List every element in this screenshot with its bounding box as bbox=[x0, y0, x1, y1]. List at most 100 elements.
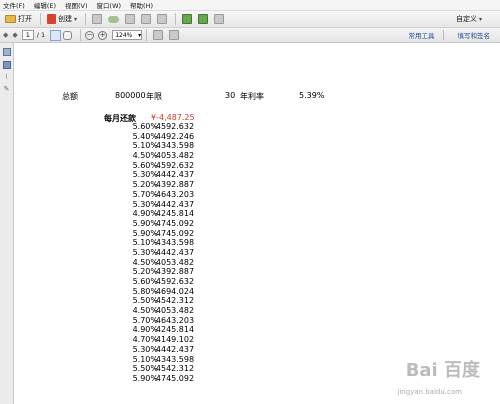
summary-row: 总额 800000 年限 30 年利率 5.39% bbox=[15, 91, 500, 103]
payment-cell: -4745.092 bbox=[153, 373, 195, 383]
menu-view[interactable]: 视图(V) bbox=[65, 0, 88, 10]
tool-button-3[interactable] bbox=[212, 13, 226, 26]
open-button[interactable]: 打开 bbox=[3, 13, 34, 26]
cloud-button[interactable] bbox=[106, 13, 121, 26]
table-row: 5.10% -4343.598 bbox=[15, 141, 500, 151]
chevron-down-icon: ▾ bbox=[74, 15, 78, 23]
cloud-icon bbox=[108, 15, 120, 23]
zoom-value: 124% bbox=[115, 32, 133, 39]
table-row: 5.50% -4542.312 bbox=[15, 296, 500, 306]
next-page-icon[interactable]: ◆ bbox=[12, 31, 17, 39]
tools-link[interactable]: 常用工具 bbox=[409, 30, 435, 40]
table-row: 4.50% -4053.482 bbox=[15, 151, 500, 161]
attachment-icon[interactable]: ⌇ bbox=[0, 73, 13, 81]
edit-icon bbox=[141, 14, 152, 24]
payment-cell: -4053.482 bbox=[153, 151, 195, 161]
print-icon bbox=[125, 14, 136, 24]
fit-page-icon bbox=[153, 30, 164, 40]
zoom-in-icon[interactable]: + bbox=[98, 30, 108, 40]
zoom-out-icon[interactable]: − bbox=[85, 30, 95, 40]
create-button[interactable]: 创建 ▾ bbox=[45, 13, 79, 26]
payment-cell: -4053.482 bbox=[153, 257, 195, 267]
payment-cell: -4694.024 bbox=[153, 286, 195, 296]
page-thumbnails-icon[interactable] bbox=[2, 48, 11, 56]
table-row: 4.50% -4053.482 bbox=[15, 306, 500, 316]
tool-button-1[interactable] bbox=[180, 13, 194, 26]
select-tool-icon[interactable] bbox=[50, 29, 62, 41]
table-row: 5.20% -4392.887 bbox=[15, 180, 500, 190]
navigation-toolbar: ◆ ◆ 1 / 1 − + 124% ▾ 常用工具 填写和签名 bbox=[0, 28, 500, 43]
payment-cell: -4542.312 bbox=[153, 364, 195, 374]
table-row: 5.30% -4442.437 bbox=[15, 200, 500, 210]
hand-icon bbox=[63, 30, 73, 40]
table-row: 5.90% -4745.092 bbox=[15, 219, 500, 229]
tool-button-2[interactable] bbox=[196, 13, 210, 26]
signature-icon[interactable]: ✎ bbox=[0, 85, 13, 93]
page-number-input[interactable]: 1 bbox=[21, 30, 34, 40]
table-row: 4.50% -4053.482 bbox=[15, 258, 500, 268]
payment-cell: -4745.092 bbox=[153, 218, 195, 228]
payment-cell: -4343.598 bbox=[153, 141, 195, 151]
prev-page-icon[interactable]: ◆ bbox=[3, 31, 8, 39]
table-row: 4.90% -4245.814 bbox=[15, 209, 500, 219]
hand-tool-button[interactable] bbox=[61, 29, 74, 42]
fit-width-button[interactable] bbox=[167, 29, 181, 42]
sync-icon bbox=[198, 14, 209, 24]
payment-cell: -4442.437 bbox=[153, 170, 195, 180]
zoom-select[interactable]: 124% ▾ bbox=[112, 30, 143, 40]
payment-cell: -4343.598 bbox=[153, 238, 195, 248]
create-pdf-icon bbox=[47, 14, 56, 24]
toolbar-divider bbox=[80, 29, 82, 41]
save-icon bbox=[92, 14, 103, 24]
payment-cell: -4592.632 bbox=[153, 122, 195, 131]
edit-button[interactable] bbox=[139, 13, 153, 26]
first-payment-value: ¥-4,487.25 bbox=[151, 113, 195, 122]
payment-cell: -4643.203 bbox=[153, 189, 195, 199]
payment-cell: -4442.437 bbox=[153, 199, 195, 209]
upload-icon bbox=[182, 14, 193, 24]
table-row: 5.60% -4592.632 bbox=[15, 122, 500, 132]
table-row: 5.20% -4392.887 bbox=[15, 267, 500, 277]
menu-window[interactable]: 窗口(W) bbox=[97, 0, 122, 10]
comment-icon bbox=[214, 14, 225, 24]
link-divider bbox=[442, 30, 444, 40]
fit-page-button[interactable] bbox=[151, 29, 165, 42]
table-row: 5.70% -4643.203 bbox=[15, 190, 500, 200]
payment-cell: -4592.632 bbox=[153, 160, 195, 170]
bookmarks-icon[interactable] bbox=[2, 61, 11, 69]
payment-cell: -4245.814 bbox=[153, 209, 195, 219]
payment-cell: -4643.203 bbox=[153, 315, 195, 325]
toolbar-divider bbox=[85, 13, 87, 25]
save-button[interactable] bbox=[90, 13, 104, 26]
toolbar-divider bbox=[146, 29, 148, 41]
table-row: 5.80% -4694.024 bbox=[15, 287, 500, 297]
years-label: 年限 bbox=[146, 92, 162, 101]
payment-cell: -4442.437 bbox=[153, 247, 195, 257]
menu-help[interactable]: 帮助(H) bbox=[130, 0, 153, 10]
menu-edit[interactable]: 编辑(E) bbox=[34, 0, 56, 10]
table-row: 5.30% -4442.437 bbox=[15, 170, 500, 180]
table-row: 5.70% -4643.203 bbox=[15, 316, 500, 326]
email-button[interactable] bbox=[155, 13, 169, 26]
payment-cell: -4343.598 bbox=[153, 354, 195, 364]
rate-value: 5.39% bbox=[299, 91, 325, 100]
total-value: 800000 bbox=[115, 91, 146, 100]
table-row: 5.10% -4343.598 bbox=[15, 238, 500, 248]
folder-icon bbox=[5, 15, 16, 23]
payment-cell: -4392.887 bbox=[153, 180, 195, 190]
toolbar-divider bbox=[175, 13, 177, 25]
fit-width-icon bbox=[169, 30, 180, 40]
fill-sign-link[interactable]: 填写和签名 bbox=[458, 30, 491, 40]
print-button[interactable] bbox=[123, 13, 137, 26]
toolbar-divider bbox=[40, 13, 41, 25]
baidu-watermark: Bai 百度 bbox=[406, 356, 480, 382]
table-row: 5.90% -4745.092 bbox=[15, 229, 500, 239]
create-label: 创建 bbox=[58, 15, 72, 23]
payment-cell: -4442.437 bbox=[153, 344, 195, 354]
total-label: 总额 bbox=[62, 92, 78, 101]
table-row: 5.30% -4442.437 bbox=[15, 345, 500, 355]
page-total: / 1 bbox=[36, 31, 46, 39]
chevron-down-icon: ▾ bbox=[478, 15, 482, 23]
customize-dropdown[interactable]: 自定义 ▾ bbox=[456, 14, 482, 24]
menu-file[interactable]: 文件(F) bbox=[3, 0, 25, 10]
